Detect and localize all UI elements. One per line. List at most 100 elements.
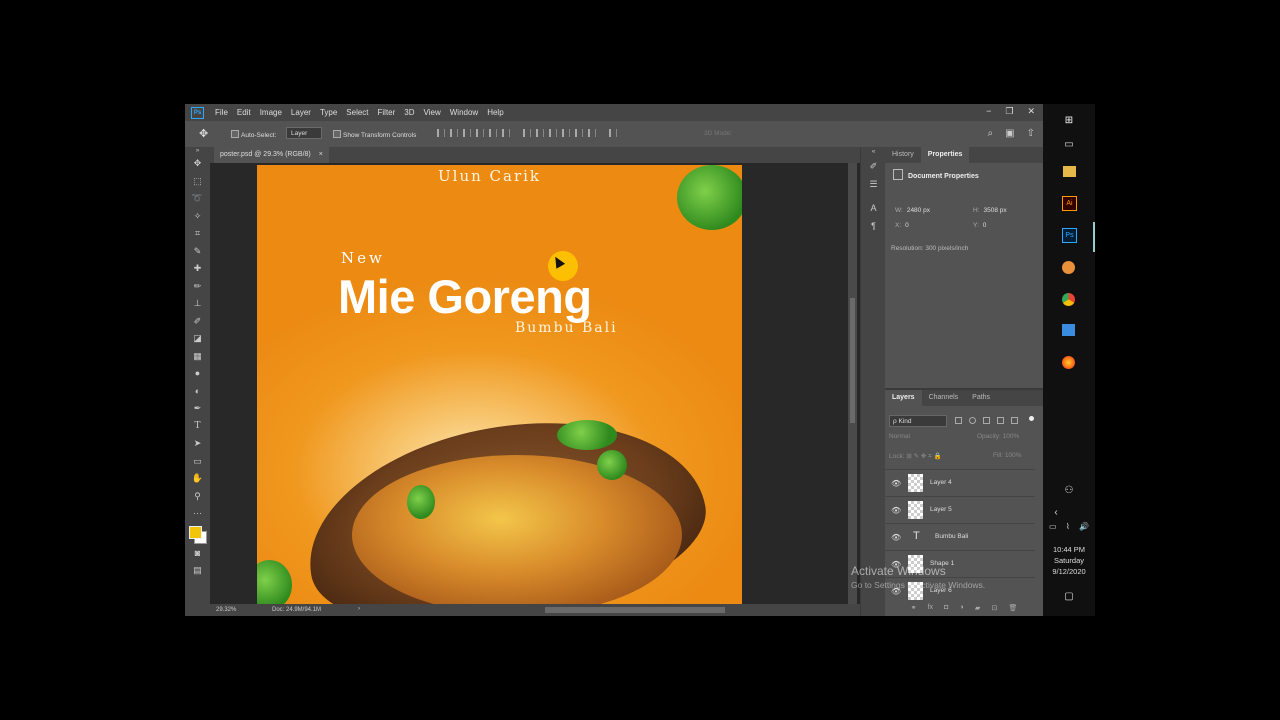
blend-mode-dropdown[interactable]: Normal xyxy=(889,433,910,440)
menu-image[interactable]: Image xyxy=(260,108,282,117)
distribute-icon[interactable] xyxy=(575,129,583,137)
menu-3d[interactable]: 3D xyxy=(404,108,414,117)
mask-icon[interactable]: ◘ xyxy=(944,604,948,616)
more-tools-icon[interactable]: ··· xyxy=(185,505,210,523)
menu-file[interactable]: File xyxy=(215,108,228,117)
blur-tool-icon[interactable]: ● xyxy=(185,365,210,383)
layer-row[interactable]: 👁 Layer 5 xyxy=(885,496,1035,523)
workspace-icon[interactable]: ▣ xyxy=(1005,128,1014,139)
distribute-icon[interactable] xyxy=(562,129,570,137)
adjustment-icon[interactable]: ◑ xyxy=(960,604,964,616)
stamp-tool-icon[interactable]: ⊥ xyxy=(185,295,210,313)
zoom-level[interactable]: 29.32% xyxy=(216,607,236,613)
fx-icon[interactable]: fx xyxy=(928,604,933,616)
align-icon[interactable] xyxy=(489,129,497,137)
show-transform-checkbox[interactable]: Show Transform Controls xyxy=(333,130,416,139)
file-explorer-icon[interactable] xyxy=(1063,166,1076,177)
document-tab[interactable]: poster.psd @ 29.3% (RGB/8) × xyxy=(214,147,329,163)
media-player-icon[interactable] xyxy=(1062,324,1075,336)
tab-properties[interactable]: Properties xyxy=(920,147,970,163)
history-panel-icon[interactable]: ✐ xyxy=(861,157,886,175)
trash-icon[interactable]: 🗑 xyxy=(1008,604,1017,616)
new-layer-icon[interactable]: ⊡ xyxy=(991,604,997,616)
collapse-icon[interactable]: « xyxy=(861,147,886,157)
taskbar-clock[interactable]: 10:44 PM Saturday 9/12/2020 xyxy=(1043,544,1095,577)
distribute-icon[interactable] xyxy=(549,129,557,137)
menu-select[interactable]: Select xyxy=(346,108,368,117)
tab-history[interactable]: History xyxy=(885,147,921,163)
height-value[interactable]: 3508 px xyxy=(984,207,1007,214)
lasso-tool-icon[interactable]: ➰ xyxy=(185,190,210,208)
kind-filter-dropdown[interactable]: ρ Kind xyxy=(889,415,947,427)
align-icon[interactable] xyxy=(450,129,458,137)
type-tool-icon[interactable]: T xyxy=(185,418,210,436)
auto-align-icon[interactable] xyxy=(609,129,617,137)
dodge-tool-icon[interactable]: ◐ xyxy=(185,383,210,401)
menu-layer[interactable]: Layer xyxy=(291,108,311,117)
menu-window[interactable]: Window xyxy=(450,108,478,117)
shape-filter-icon[interactable] xyxy=(997,417,1004,424)
eyedropper-icon[interactable]: ✎ xyxy=(185,243,210,261)
width-value[interactable]: 2480 px xyxy=(907,207,930,214)
path-selection-icon[interactable]: ➤ xyxy=(185,435,210,453)
hand-tool-icon[interactable]: ✋ xyxy=(185,470,210,488)
character-panel-icon[interactable]: A xyxy=(861,199,886,217)
pen-tool-icon[interactable]: ✒ xyxy=(185,400,210,418)
visibility-eye-icon[interactable]: 👁 xyxy=(891,479,901,488)
layer-row[interactable]: 👁 Layer 4 xyxy=(885,469,1035,496)
zoom-tool-icon[interactable]: ⚲ xyxy=(185,488,210,506)
firefox-icon[interactable] xyxy=(1062,356,1075,369)
eraser-tool-icon[interactable]: ◪ xyxy=(185,330,210,348)
network-icon[interactable]: ⌇ xyxy=(1066,522,1070,531)
auto-select-checkbox[interactable]: Auto-Select: xyxy=(231,130,276,139)
align-icon[interactable] xyxy=(476,129,484,137)
distribute-icon[interactable] xyxy=(523,129,531,137)
visibility-eye-icon[interactable]: 👁 xyxy=(891,533,901,542)
close-button[interactable]: ✕ xyxy=(1027,106,1035,117)
layer-row[interactable]: 👁 T Bumbu Bali xyxy=(885,523,1035,550)
magic-wand-icon[interactable]: ✧ xyxy=(185,208,210,226)
menu-filter[interactable]: Filter xyxy=(378,108,396,117)
menu-edit[interactable]: Edit xyxy=(237,108,251,117)
visibility-eye-icon[interactable]: 👁 xyxy=(891,506,901,515)
close-tab-icon[interactable]: × xyxy=(319,151,323,158)
brush-tool-icon[interactable]: ✏ xyxy=(185,278,210,296)
group-icon[interactable]: ▰ xyxy=(975,604,980,616)
collapse-icon[interactable]: » xyxy=(185,147,210,155)
adjustment-filter-icon[interactable] xyxy=(969,417,976,424)
poster-canvas[interactable]: Ulun Carik New Mie Goreng Bumbu Bali xyxy=(257,165,742,604)
battery-icon[interactable]: ▭ xyxy=(1049,522,1057,531)
screen-mode-icon[interactable]: ▤ xyxy=(185,562,210,580)
auto-select-dropdown[interactable]: Layer xyxy=(286,127,322,139)
tab-paths[interactable]: Paths xyxy=(965,390,997,406)
fill-control[interactable]: Fill: 100% xyxy=(993,452,1022,459)
scroll-thumb[interactable] xyxy=(850,298,855,423)
menu-type[interactable]: Type xyxy=(320,108,337,117)
notification-icon[interactable]: ▢ xyxy=(1060,588,1078,606)
search-icon[interactable]: ⌕ xyxy=(988,128,994,139)
align-icon[interactable] xyxy=(437,129,445,137)
y-value[interactable]: 0 xyxy=(983,222,987,229)
distribute-icon[interactable] xyxy=(588,129,596,137)
pixel-filter-icon[interactable] xyxy=(955,417,962,424)
foreground-color-swatch[interactable] xyxy=(189,525,202,539)
opacity-value[interactable]: 100% xyxy=(1003,433,1020,440)
task-view-icon[interactable]: ▭ xyxy=(1060,136,1078,154)
illustrator-icon[interactable]: Ai xyxy=(1062,196,1077,211)
tab-channels[interactable]: Channels xyxy=(922,390,966,406)
link-icon[interactable]: ⚭ xyxy=(911,604,917,616)
crop-tool-icon[interactable]: ⌗ xyxy=(185,225,210,243)
horizontal-scrollbar[interactable] xyxy=(545,607,725,613)
restore-button[interactable]: ❐ xyxy=(1005,106,1013,117)
opacity-control[interactable]: Opacity: 100% xyxy=(977,433,1019,440)
status-arrow-icon[interactable]: › xyxy=(358,606,360,612)
type-filter-icon[interactable] xyxy=(983,417,990,424)
properties-panel-icon[interactable]: ☰ xyxy=(861,175,886,193)
windows-logo-icon[interactable]: ⊞ xyxy=(1060,112,1078,130)
filter-toggle-icon[interactable] xyxy=(1029,416,1034,421)
volume-icon[interactable]: 🔊 xyxy=(1079,522,1089,531)
tab-layers[interactable]: Layers xyxy=(885,390,922,406)
quick-mask-icon[interactable]: ◙ xyxy=(185,545,210,563)
chrome-icon[interactable] xyxy=(1062,293,1075,306)
color-swatches[interactable] xyxy=(185,523,210,545)
